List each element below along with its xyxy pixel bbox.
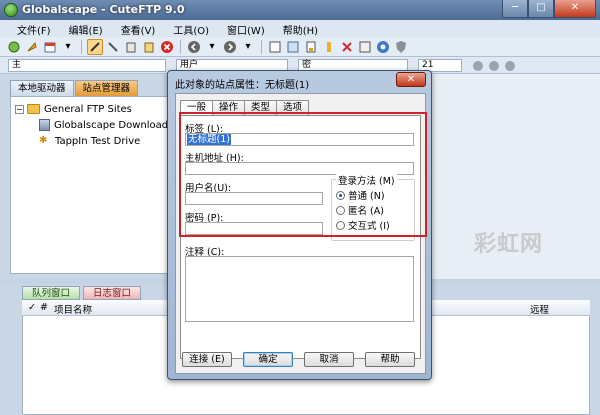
site-tree: − General FTP Sites Globalscape Download…: [10, 96, 180, 274]
quick-connect-icon[interactable]: [24, 39, 40, 55]
tab-site-manager[interactable]: 站点管理器: [74, 80, 139, 96]
main-toolbar: ▾ ▾ ▾: [0, 37, 600, 57]
host-label: 主: [12, 60, 22, 70]
column-checkbox[interactable]: ✓: [28, 302, 36, 313]
collapse-icon[interactable]: −: [15, 104, 24, 114]
quick-connect-go-icon[interactable]: [486, 58, 502, 74]
connect-go-icon[interactable]: [470, 58, 486, 74]
tab-local-drives[interactable]: 本地驱动器: [10, 80, 74, 96]
column-number[interactable]: #: [40, 302, 48, 313]
filter-icon[interactable]: [303, 39, 319, 55]
minimize-button[interactable]: ─: [502, 0, 528, 18]
watermark-text: 彩虹网: [474, 232, 544, 257]
menu-view[interactable]: 查看(V): [112, 20, 165, 37]
folder-icon: [27, 104, 40, 114]
tree-root-label: General FTP Sites: [44, 103, 132, 115]
toolbar-separator: [81, 39, 82, 54]
dialog-title: 此对象的站点属性：无标题(1): [175, 80, 310, 91]
user-label: 用户: [180, 60, 199, 70]
menu-edit[interactable]: 编辑(E): [60, 20, 112, 37]
sites-icon[interactable]: [285, 39, 301, 55]
maximize-button[interactable]: □: [528, 0, 554, 18]
app-title-bar: Globalscape - CuteFTP 9.0 ─ □ ✕: [0, 0, 600, 20]
toolbar-separator: [261, 39, 262, 54]
chevron-down-icon[interactable]: ▾: [60, 39, 76, 55]
cancel-button[interactable]: 取消: [304, 352, 354, 367]
disconnect-icon[interactable]: [105, 39, 121, 55]
menu-window[interactable]: 窗口(W): [218, 20, 274, 37]
dialog-close-button[interactable]: ✕: [396, 72, 426, 87]
upload-icon[interactable]: [141, 39, 157, 55]
tree-root-general-ftp-sites[interactable]: − General FTP Sites: [15, 102, 132, 116]
left-panel-tabs: 本地驱动器 站点管理器: [10, 80, 139, 96]
reconnect-icon[interactable]: [87, 38, 103, 55]
menu-bar: 文件(F) 编辑(E) 查看(V) 工具(O) 窗口(W) 帮助(H): [0, 20, 600, 37]
connect-icon[interactable]: [6, 39, 22, 55]
password-label: 密: [302, 60, 312, 70]
menu-tools[interactable]: 工具(O): [164, 20, 218, 37]
help-icon[interactable]: [375, 39, 391, 55]
comment-textarea[interactable]: [185, 256, 414, 322]
refresh-icon[interactable]: [267, 39, 283, 55]
tree-item-globalscape-download[interactable]: Globalscape Download Si: [39, 118, 180, 132]
forward-icon[interactable]: [222, 39, 238, 55]
help-button[interactable]: 帮助: [365, 352, 415, 367]
back-icon[interactable]: [186, 39, 202, 55]
tree-item-tappin-test-drive[interactable]: ✱ TappIn Test Drive: [39, 134, 140, 148]
settings-icon[interactable]: [357, 39, 373, 55]
stop-icon[interactable]: [159, 39, 175, 55]
highlight-frame: [179, 112, 427, 237]
delete-icon[interactable]: [339, 39, 355, 55]
port-value: 21: [422, 60, 434, 70]
tree-item-label: TappIn Test Drive: [55, 135, 141, 147]
column-item-name[interactable]: 项目名称: [54, 302, 92, 316]
column-remote[interactable]: 远程: [530, 302, 549, 316]
site-icon: [39, 119, 50, 131]
chevron-down-icon[interactable]: ▾: [204, 39, 220, 55]
tab-queue-window[interactable]: 队列窗口: [22, 286, 81, 300]
tappin-icon: ✱: [39, 135, 48, 146]
window-controls: ─ □ ✕: [502, 0, 596, 18]
connect-button[interactable]: 连接 (E): [182, 352, 232, 367]
add-site-icon[interactable]: [502, 58, 518, 74]
ok-button[interactable]: 确定: [243, 352, 293, 367]
bottom-tabs: 队列窗口 日志窗口: [22, 286, 142, 300]
menu-help[interactable]: 帮助(H): [274, 20, 327, 37]
warning-icon[interactable]: [321, 39, 337, 55]
chevron-down-icon[interactable]: ▾: [240, 39, 256, 55]
tree-item-label: Globalscape Download Si: [54, 119, 181, 131]
host-address-input[interactable]: 主: [8, 59, 166, 72]
shield-icon[interactable]: [393, 39, 409, 55]
site-manager-icon[interactable]: [42, 39, 58, 55]
app-title: Globalscape - CuteFTP 9.0: [22, 3, 185, 16]
toolbar-separator: [180, 39, 181, 54]
download-icon[interactable]: [123, 39, 139, 55]
cuteftp-logo-icon: [4, 3, 18, 17]
close-button[interactable]: ✕: [554, 0, 596, 18]
tab-log-window[interactable]: 日志窗口: [83, 286, 142, 300]
menu-file[interactable]: 文件(F): [8, 20, 60, 37]
